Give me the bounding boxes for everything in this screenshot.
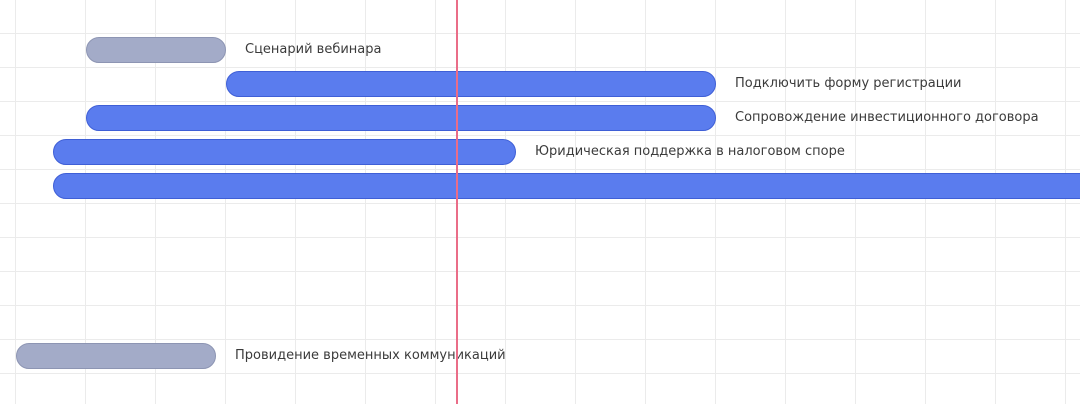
task-label: Подключить форму регистрации [735, 76, 962, 91]
grid-column-line [715, 0, 716, 404]
grid-row-line [0, 33, 1080, 34]
task-label: Провидение временных коммуникаций [235, 348, 506, 363]
grid-row-line [0, 135, 1080, 136]
task-bar[interactable] [86, 105, 716, 131]
grid-column-line [15, 0, 16, 404]
today-marker-line [456, 0, 458, 404]
task-label: Сопровождение инвестиционного договора [735, 110, 1039, 125]
grid-column-line [1065, 0, 1066, 404]
task-bar[interactable] [16, 343, 216, 369]
grid-column-line [645, 0, 646, 404]
grid-row-line [0, 203, 1080, 204]
grid-column-line [785, 0, 786, 404]
grid-column-line [995, 0, 996, 404]
grid-row-line [0, 101, 1080, 102]
grid-column-line [855, 0, 856, 404]
grid-row-line [0, 169, 1080, 170]
task-label: Сценарий вебинара [245, 42, 382, 57]
grid-row-line [0, 305, 1080, 306]
grid-row-line [0, 237, 1080, 238]
gantt-timeline[interactable]: Сценарий вебинара Подключить форму регис… [0, 0, 1080, 404]
grid-row-line [0, 373, 1080, 374]
task-bar[interactable] [226, 71, 716, 97]
grid-column-line [225, 0, 226, 404]
task-bar[interactable] [86, 37, 226, 63]
grid-row-line [0, 271, 1080, 272]
grid-column-line [925, 0, 926, 404]
grid-row-line [0, 67, 1080, 68]
task-bar[interactable] [53, 139, 516, 165]
grid-row-line [0, 339, 1080, 340]
grid-column-line [575, 0, 576, 404]
task-label: Юридическая поддержка в налоговом споре [535, 144, 845, 159]
task-bar[interactable] [53, 173, 1080, 199]
